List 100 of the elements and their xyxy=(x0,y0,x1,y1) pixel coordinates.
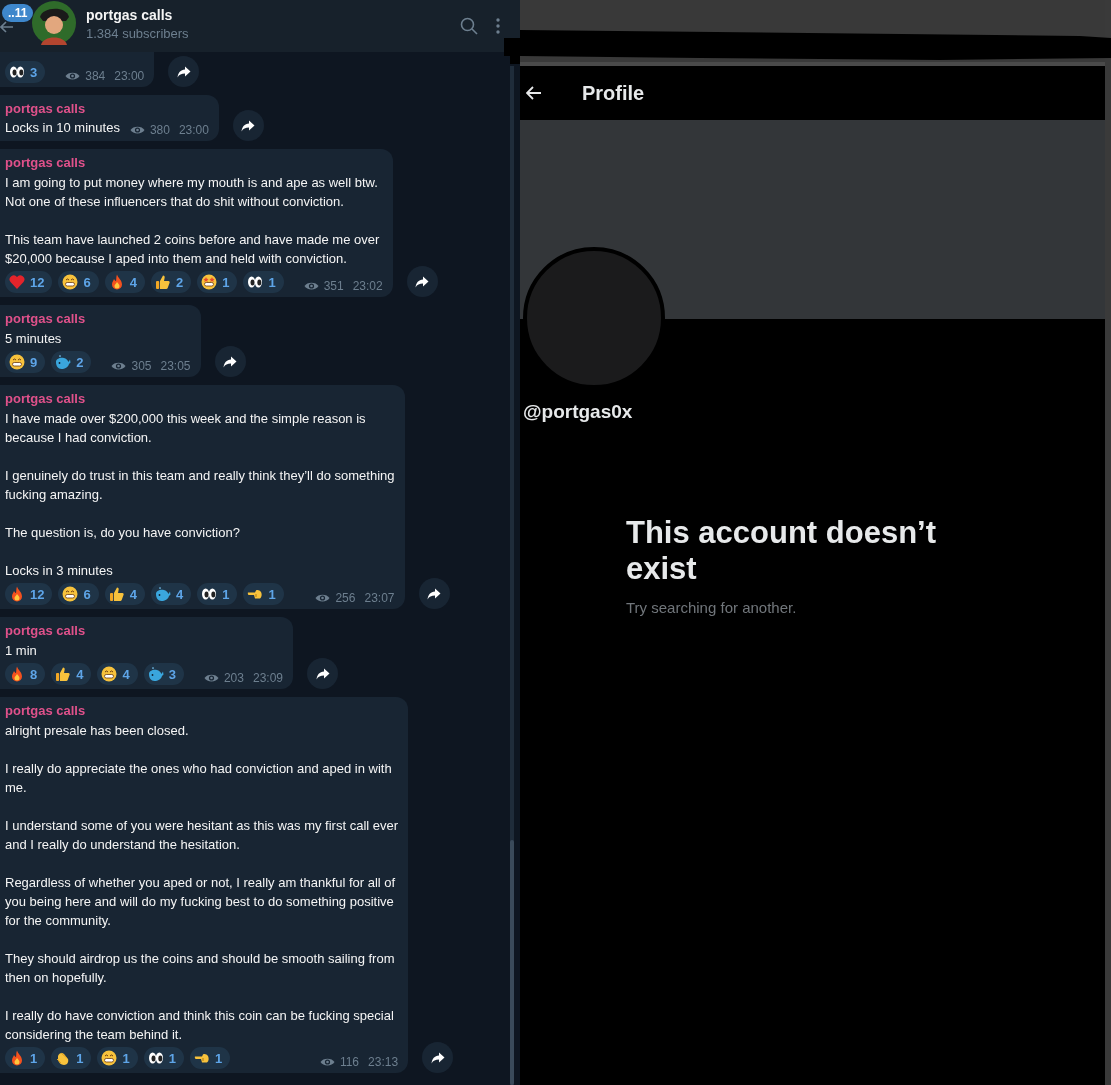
view-count: 380 xyxy=(149,123,170,137)
grinning-face-icon xyxy=(62,274,79,290)
reaction-chip[interactable]: 4 xyxy=(150,583,192,605)
forward-button[interactable] xyxy=(232,110,264,141)
star-eyes-face-icon xyxy=(201,274,218,290)
share-arrow-icon xyxy=(223,355,238,368)
views-icon xyxy=(129,125,145,135)
forward-button[interactable] xyxy=(168,56,200,87)
views-icon xyxy=(203,673,219,683)
share-arrow-icon xyxy=(315,667,330,680)
reaction-chip[interactable]: 3 xyxy=(5,61,46,83)
reaction-chip[interactable]: 2 xyxy=(150,271,192,293)
message-text: 1 min xyxy=(5,643,37,658)
message-time: 23:00 xyxy=(114,69,145,83)
empty-state-heading: This account doesn’t exist xyxy=(626,515,938,587)
message-author: portgas calls xyxy=(5,310,87,328)
reaction-chip[interactable]: 8 xyxy=(5,663,46,685)
share-arrow-icon xyxy=(241,119,256,132)
reaction-chip[interactable]: 3 xyxy=(143,663,184,685)
subscriber-count: 1.384 subscribers xyxy=(86,26,189,41)
reaction-chip[interactable]: 4 xyxy=(51,663,92,685)
message-time: 23:09 xyxy=(252,671,283,685)
view-count: 305 xyxy=(131,359,152,373)
forward-button[interactable] xyxy=(307,658,338,689)
scrollbar[interactable] xyxy=(509,66,515,1085)
eyes-icon xyxy=(201,586,218,602)
fire-icon xyxy=(9,1050,25,1066)
message-text: 5 minutes xyxy=(5,331,62,346)
page-title: Profile xyxy=(582,81,645,105)
thumbs-up-icon xyxy=(154,274,171,290)
reaction-chip[interactable]: 9 xyxy=(5,351,46,373)
reaction-chip[interactable]: 6 xyxy=(58,271,99,293)
message-author: portgas calls xyxy=(5,100,87,118)
reaction-chip[interactable]: 6 xyxy=(58,583,99,605)
message-time: 23:07 xyxy=(364,591,395,605)
unread-badge: ..11 xyxy=(2,4,34,22)
grinning-face-icon xyxy=(101,666,118,682)
message-author: portgas calls xyxy=(5,154,87,172)
message-time: 23:05 xyxy=(160,359,191,373)
forward-button[interactable] xyxy=(422,1042,454,1073)
reaction-chip[interactable]: 1 xyxy=(189,1047,231,1069)
reaction-chip[interactable]: 12 xyxy=(5,271,53,293)
view-count: 203 xyxy=(223,671,244,685)
forward-button[interactable] xyxy=(418,578,450,609)
more-menu-icon[interactable] xyxy=(496,18,500,34)
message-author: portgas calls xyxy=(5,390,87,408)
view-count: 256 xyxy=(335,591,356,605)
message-time: 23:00 xyxy=(178,123,209,137)
share-arrow-icon xyxy=(430,1051,445,1064)
message-time: 23:02 xyxy=(352,279,383,293)
reaction-chip[interactable]: 1 xyxy=(197,583,238,605)
thumbs-up-icon xyxy=(108,586,125,602)
empty-state-hint: Try searching for another. xyxy=(626,599,798,616)
message-text: I have made over $200,000 this week and the simple reason is because I had conviction. I genuinely do trust in this team and really think they’ll do something fucking amazing. The question is, do you have conviction? Locks in 3 minutes xyxy=(5,411,395,578)
fire-icon xyxy=(9,666,25,682)
forward-button[interactable] xyxy=(406,266,438,297)
share-arrow-icon xyxy=(176,65,191,78)
grinning-face-icon xyxy=(9,354,25,370)
heart-icon xyxy=(9,274,25,290)
views-icon xyxy=(315,593,331,603)
reaction-chip[interactable]: 1 xyxy=(143,1047,184,1069)
reaction-chip[interactable]: 4 xyxy=(104,583,145,605)
reaction-chip[interactable]: 1 xyxy=(243,583,284,605)
profile-handle: @portgas0x xyxy=(522,401,634,423)
search-icon[interactable] xyxy=(460,17,478,35)
views-icon xyxy=(111,361,127,371)
reaction-chip[interactable]: 12 xyxy=(5,583,53,605)
eyes-icon xyxy=(147,1050,164,1066)
share-arrow-icon xyxy=(415,275,430,288)
whale-icon xyxy=(55,354,72,370)
reaction-chip[interactable]: 2 xyxy=(51,351,92,373)
eyes-icon xyxy=(247,274,264,290)
forward-button[interactable] xyxy=(214,346,246,377)
message-text: alright presale has been closed. I really do appreciate the ones who had conviction and aped in with me. I understand some of you were hesitant as this was my first call ever and I really do understand the hesitation. Regardless of whether you aped or not, I really am thankful for all of you being here and will do my fucking best to do something positive for the community. They should airdrop us the coins and should be smooth sailing from then on hopefully. I really do have conviction and think this coin can be fucking special considering the team behind it. xyxy=(5,723,399,1042)
views-icon xyxy=(319,1057,335,1067)
reaction-chip[interactable]: 1 xyxy=(197,271,238,293)
message-text: Locks in 10 minutes xyxy=(5,119,120,137)
reaction-chip[interactable]: 1 xyxy=(243,271,284,293)
message-author: portgas calls xyxy=(5,622,87,640)
reaction-chip[interactable]: 1 xyxy=(51,1047,92,1069)
message-text: I am going to put money where my mouth is and ape as well btw. Not one of these influencers that do shit without conviction. This team have launched 2 coins before and have made me over $20,000 because I aped into them and held with conviction. xyxy=(5,175,380,266)
reaction-chip[interactable]: 4 xyxy=(97,663,138,685)
reaction-chip[interactable]: 1 xyxy=(97,1047,138,1069)
message-time: 23:13 xyxy=(368,1055,399,1069)
channel-avatar[interactable] xyxy=(32,1,76,45)
view-count: 351 xyxy=(323,279,344,293)
grinning-face-icon xyxy=(101,1050,118,1066)
fire-icon xyxy=(9,586,25,602)
thumbs-up-icon xyxy=(55,666,72,682)
whale-icon xyxy=(154,586,171,602)
reaction-chip[interactable]: 4 xyxy=(104,271,145,293)
whale-icon xyxy=(147,666,164,682)
reaction-chip[interactable]: 1 xyxy=(5,1047,46,1069)
view-count: 116 xyxy=(339,1055,360,1069)
eyes-icon xyxy=(9,64,25,80)
channel-title: portgas calls xyxy=(86,7,174,23)
views-icon xyxy=(303,281,319,291)
share-arrow-icon xyxy=(427,587,441,600)
grinning-face-icon xyxy=(62,586,79,602)
view-count: 384 xyxy=(85,69,106,83)
